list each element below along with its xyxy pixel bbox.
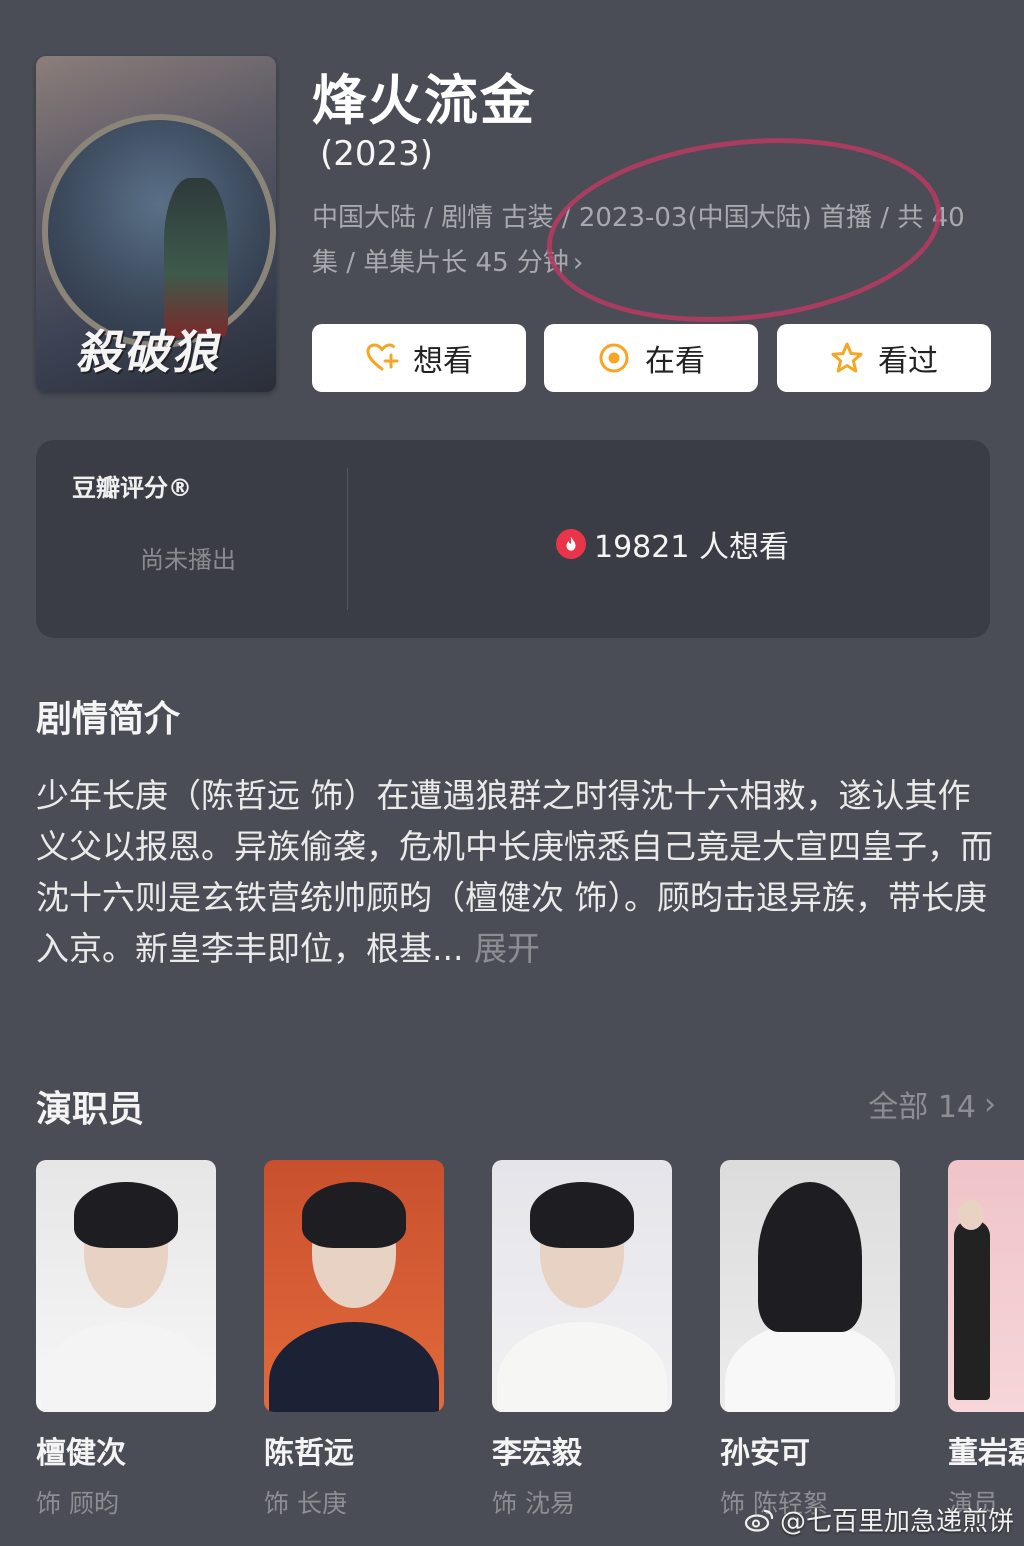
cast-name: 檀健次 (36, 1436, 126, 1471)
cast-card-1[interactable]: 檀健次 饰 顾昀 (36, 1160, 216, 1520)
cast-all-link[interactable]: 全部 14 › (868, 1082, 996, 1126)
want-count-text: 19821 人想看 (594, 530, 789, 565)
rating-divider (347, 468, 348, 610)
cast-name: 陈哲远 (264, 1436, 354, 1471)
heart-plus-icon (366, 343, 399, 371)
watched-button[interactable]: 看过 (777, 324, 991, 392)
show-meta-line2: 集 / 单集片长 45 分钟 › (312, 248, 584, 278)
cast-photo-3 (492, 1160, 672, 1412)
cast-card-4[interactable]: 孙安可 饰 陈轻絮 (720, 1160, 900, 1520)
star-outline-icon (831, 342, 863, 373)
show-title: 烽火流金 (312, 69, 536, 132)
cast-role: 饰 长庚 (264, 1489, 347, 1518)
watched-label: 看过 (878, 344, 938, 379)
cast-photo-2 (264, 1160, 444, 1412)
rating-card[interactable]: 豆瓣评分® 尚未播出 19821 人想看 (36, 440, 990, 638)
rating-status: 尚未播出 (140, 546, 236, 574)
cast-role: 饰 沈易 (492, 1489, 575, 1518)
watching-button[interactable]: 在看 (544, 324, 758, 392)
expand-link[interactable]: 展开 (474, 929, 540, 968)
watching-label: 在看 (645, 344, 705, 379)
cast-photo-4 (720, 1160, 900, 1412)
cast-name: 孙安可 (720, 1436, 810, 1471)
poster-figure-art (164, 178, 228, 338)
cast-name: 董岩磊 (948, 1436, 1024, 1471)
weibo-icon (744, 1509, 774, 1532)
show-meta-line1: 中国大陆 / 剧情 古装 / 2023-03(中国大陆) 首播 / 共 40 (312, 203, 965, 233)
cast-photo-5 (948, 1160, 1024, 1412)
cast-photo-1 (36, 1160, 216, 1412)
cast-card-2[interactable]: 陈哲远 饰 长庚 (264, 1160, 444, 1520)
watermark-text: @七百里加急递煎饼 (779, 1507, 1014, 1537)
chevron-right-icon: › (572, 248, 584, 278)
poster-ring-art (42, 114, 276, 348)
want-to-watch-button[interactable]: 想看 (312, 324, 526, 392)
show-year: (2023) (320, 134, 434, 174)
synopsis-heading: 剧情简介 (36, 699, 181, 740)
weibo-watermark: @七百里加急递煎饼 (744, 1501, 1014, 1538)
poster-title-calligraphy: 殺破狼 (73, 325, 230, 379)
cast-name: 李宏毅 (492, 1436, 582, 1471)
poster-image[interactable]: 殺破狼 (36, 56, 276, 392)
cast-card-3[interactable]: 李宏毅 饰 沈易 (492, 1160, 672, 1520)
cast-heading: 演职员 (36, 1089, 145, 1130)
douban-rating-label: 豆瓣评分® (72, 474, 192, 502)
flame-icon (556, 529, 586, 559)
want-count: 19821 人想看 (556, 522, 789, 566)
target-circle-icon (599, 343, 629, 373)
want-to-watch-label: 想看 (413, 344, 473, 379)
cast-role: 饰 顾昀 (36, 1489, 119, 1518)
cast-card-5[interactable]: 董岩磊 演员 (948, 1160, 1024, 1520)
synopsis-text: 少年长庚（陈哲远 饰）在遭遇狼群之时得沈十六相救，遂认其作义父以报恩。异族偷袭，… (36, 776, 993, 968)
show-meta[interactable]: 中国大陆 / 剧情 古装 / 2023-03(中国大陆) 首播 / 共 40 集… (312, 196, 982, 286)
chevron-right-icon: › (984, 1086, 996, 1122)
cast-all-label: 全部 14 (868, 1090, 976, 1125)
